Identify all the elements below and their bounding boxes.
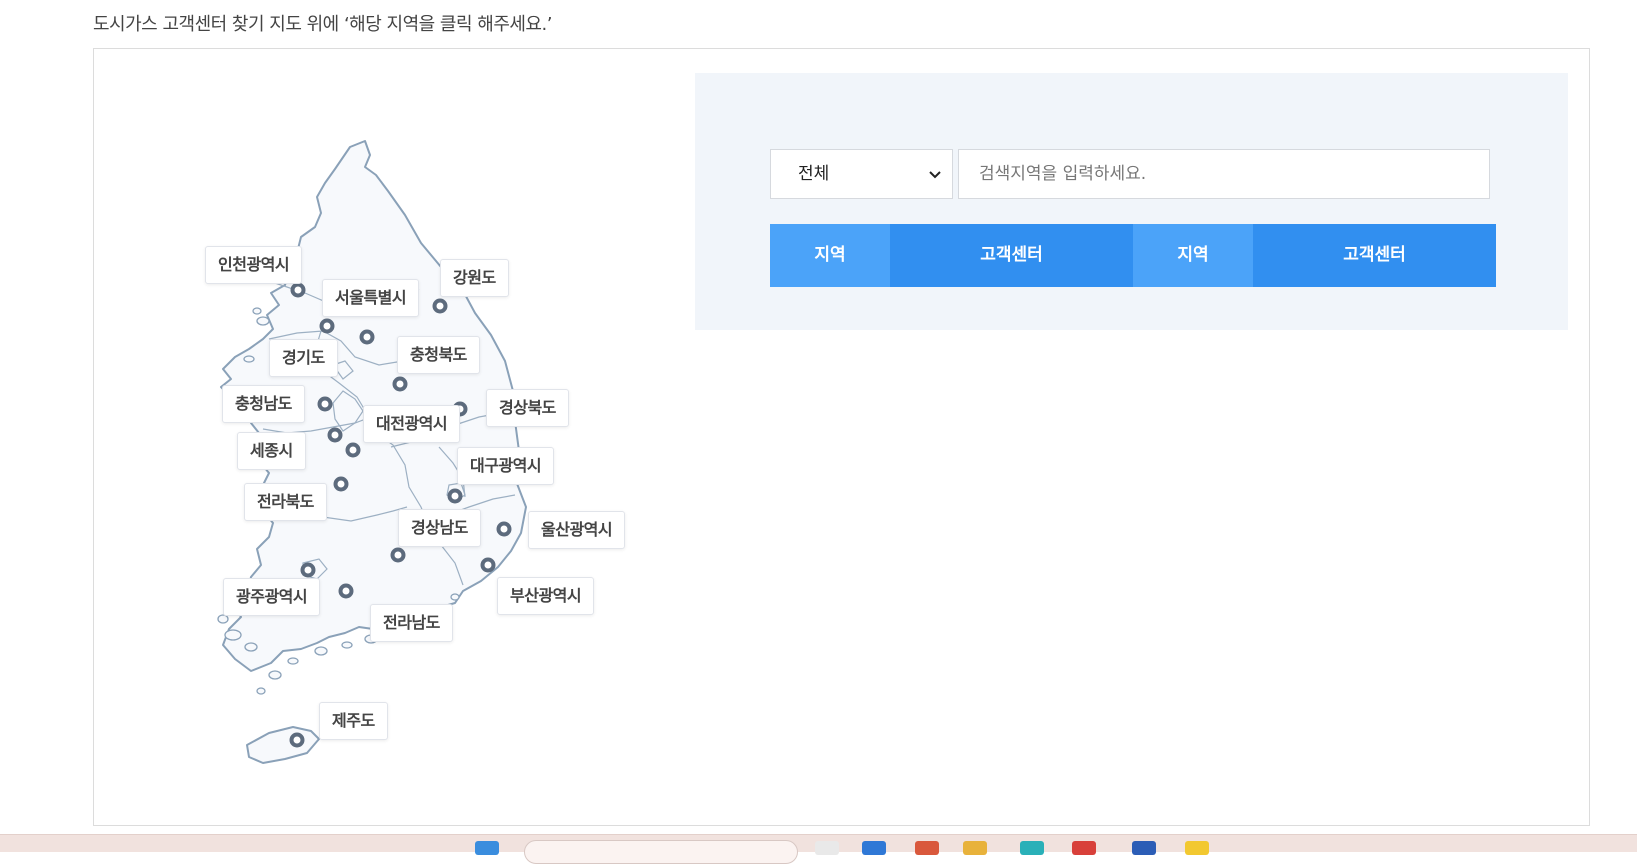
marker-ulsan [496, 521, 512, 537]
marker-gyeonggi [359, 329, 375, 345]
taskbar-search-box[interactable] [524, 840, 798, 864]
region-label-busan[interactable]: 부산광역시 [497, 577, 595, 615]
start-icon[interactable] [475, 841, 499, 855]
region-label-gyeongnam[interactable]: 경상남도 [398, 509, 481, 547]
marker-seoul [319, 318, 335, 334]
region-select[interactable]: 전체 [770, 149, 953, 199]
region-label-seoul[interactable]: 서울특별시 [322, 279, 420, 317]
marker-daejeon [345, 442, 361, 458]
app-icon[interactable] [915, 841, 939, 855]
marker-incheon [290, 282, 306, 298]
column-header-center: 고객센터 [1253, 224, 1496, 287]
marker-busan [480, 557, 496, 573]
region-select-value: 전체 [798, 164, 830, 184]
search-input[interactable] [958, 149, 1490, 199]
app-icon[interactable] [1020, 841, 1044, 855]
chevron-down-icon [929, 171, 941, 179]
instruction-text: 도시가스 고객센터 찾기 지도 위에 ‘해당 지역을 클릭 해주세요.’ [93, 14, 552, 35]
region-label-gangwon[interactable]: 강원도 [440, 259, 509, 297]
korea-map[interactable]: 인천광역시 서울특별시 강원도 경기도 충청북도 충청남도 대전광역시 경상북도… [193, 135, 663, 810]
notes-icon[interactable] [1185, 841, 1209, 855]
region-label-chungbuk[interactable]: 충청북도 [397, 336, 480, 374]
marker-gangwon [432, 298, 448, 314]
marker-jeju [289, 732, 305, 748]
marker-gwangju [300, 562, 316, 578]
region-label-chungnam[interactable]: 충청남도 [222, 385, 305, 423]
marker-sejong [327, 427, 343, 443]
region-label-gyeongbuk[interactable]: 경상북도 [486, 389, 569, 427]
browser-icon[interactable] [1072, 841, 1096, 855]
column-header-region: 지역 [770, 224, 890, 287]
app-icon[interactable] [1132, 841, 1156, 855]
column-header-region: 지역 [1133, 224, 1253, 287]
region-label-gwangju[interactable]: 광주광역시 [223, 578, 321, 616]
search-panel: 전체 지역 고객센터 지역 고객센터 [695, 73, 1568, 330]
region-label-incheon[interactable]: 인천광역시 [205, 246, 303, 284]
marker-jeonnam [338, 583, 354, 599]
marker-daegu [447, 488, 463, 504]
taskbar [0, 834, 1637, 864]
folder-icon[interactable] [963, 841, 987, 855]
region-label-ulsan[interactable]: 울산광역시 [528, 511, 626, 549]
column-header-center: 고객센터 [890, 224, 1133, 287]
map-markers [289, 282, 512, 748]
marker-jeonbuk [333, 476, 349, 492]
region-label-jeonbuk[interactable]: 전라북도 [244, 483, 327, 521]
region-label-sejong[interactable]: 세종시 [237, 432, 306, 470]
result-table-header: 지역 고객센터 지역 고객센터 [770, 224, 1496, 287]
region-label-gyeonggi[interactable]: 경기도 [269, 339, 338, 377]
marker-gyeongnam [390, 547, 406, 563]
app-icon[interactable] [815, 841, 839, 855]
region-label-jeonnam[interactable]: 전라남도 [370, 604, 453, 642]
region-label-jeju[interactable]: 제주도 [319, 702, 388, 740]
region-label-daejeon[interactable]: 대전광역시 [363, 405, 461, 443]
marker-chungbuk [392, 376, 408, 392]
app-icon[interactable] [862, 841, 886, 855]
marker-chungnam [317, 396, 333, 412]
region-label-daegu[interactable]: 대구광역시 [457, 447, 555, 485]
